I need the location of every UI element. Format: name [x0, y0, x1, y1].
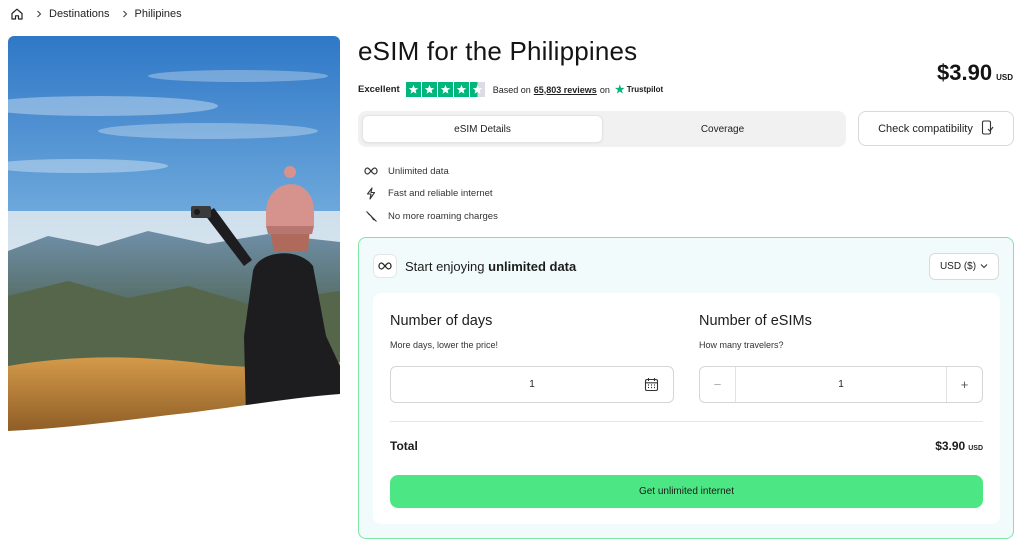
infinity-icon [364, 164, 378, 178]
days-subtitle: More days, lower the price! [390, 340, 499, 350]
tab-esim-details[interactable]: eSIM Details [362, 115, 603, 143]
plan-heading-bold: unlimited data [488, 258, 577, 274]
rating-based-on: Based on [492, 84, 531, 95]
star-icon [453, 82, 469, 97]
feature-label: Unlimited data [388, 165, 449, 177]
chevron-right-icon [120, 9, 130, 19]
feature-item: Unlimited data [364, 160, 498, 183]
plan-heading-prefix: Start enjoying [405, 258, 485, 274]
breadcrumb-destinations[interactable]: Destinations [49, 8, 110, 20]
days-input[interactable]: 1 [390, 366, 674, 403]
half-star-icon [469, 82, 485, 97]
trustpilot-logo: ★ Trustpilot [615, 83, 663, 96]
chevron-right-icon [34, 9, 44, 19]
bolt-icon [364, 187, 378, 201]
rating-label: Excellent [358, 84, 400, 95]
page-title: eSIM for the Philippines [358, 36, 638, 66]
esims-subtitle: How many travelers? [699, 340, 784, 350]
price-currency: USD [996, 73, 1013, 82]
infinity-icon [373, 254, 397, 278]
rating-on: on [599, 84, 610, 95]
feature-item: No more roaming charges [364, 205, 498, 228]
breadcrumb: Destinations Philipines [10, 6, 182, 22]
decrement-button[interactable]: − [700, 367, 736, 402]
plan-configurator: Number of days More days, lower the pric… [373, 293, 1000, 524]
feature-label: No more roaming charges [388, 210, 498, 222]
rating-stars [405, 82, 485, 97]
details-tabs: eSIM Details Coverage [358, 111, 846, 147]
feature-item: Fast and reliable internet [364, 183, 498, 206]
calendar-icon[interactable] [644, 377, 659, 392]
phone-check-icon [981, 119, 994, 138]
esims-title: Number of eSIMs [699, 313, 812, 329]
chevron-down-icon [980, 261, 988, 272]
days-title: Number of days [390, 313, 493, 329]
total-price: $3.90 USD [935, 439, 983, 453]
trustpilot-star-icon: ★ [614, 84, 625, 96]
currency-select[interactable]: USD ($) [929, 253, 999, 280]
get-unlimited-internet-button[interactable]: Get unlimited internet [390, 475, 983, 508]
check-compatibility-label: Check compatibility [878, 122, 973, 135]
total-currency: USD [968, 445, 983, 452]
no-roaming-icon [364, 209, 378, 223]
star-icon [437, 82, 453, 97]
breadcrumb-current: Philipines [134, 8, 182, 20]
feature-list: Unlimited data Fast and reliable interne… [364, 160, 498, 228]
home-icon[interactable] [10, 7, 24, 21]
plan-heading-text: Start enjoying unlimited data [405, 259, 576, 274]
esims-value[interactable]: 1 [736, 379, 946, 390]
currency-select-value: USD ($) [939, 261, 977, 272]
reviews-link[interactable]: 65,803 reviews [534, 85, 597, 95]
hero-image [8, 36, 340, 436]
star-icon [405, 82, 421, 97]
esims-stepper: − 1 + [699, 366, 983, 403]
trustpilot-rating: Excellent Based on 65,803 reviews on ★ T… [358, 82, 663, 97]
total-label: Total [390, 439, 418, 453]
tab-coverage[interactable]: Coverage [603, 115, 842, 143]
star-icon [421, 82, 437, 97]
trustpilot-name: Trustpilot [626, 85, 664, 94]
divider [390, 421, 983, 422]
check-compatibility-button[interactable]: Check compatibility [858, 111, 1014, 146]
price-amount: $3.90 [937, 60, 993, 85]
plan-card: Start enjoying unlimited data USD ($) Nu… [358, 237, 1014, 539]
feature-label: Fast and reliable internet [388, 188, 493, 200]
total-amount: $3.90 [935, 439, 966, 453]
increment-button[interactable]: + [946, 367, 982, 402]
product-price: $3.90 USD [937, 60, 1013, 86]
plan-heading: Start enjoying unlimited data [373, 254, 576, 278]
days-value: 1 [529, 379, 535, 390]
